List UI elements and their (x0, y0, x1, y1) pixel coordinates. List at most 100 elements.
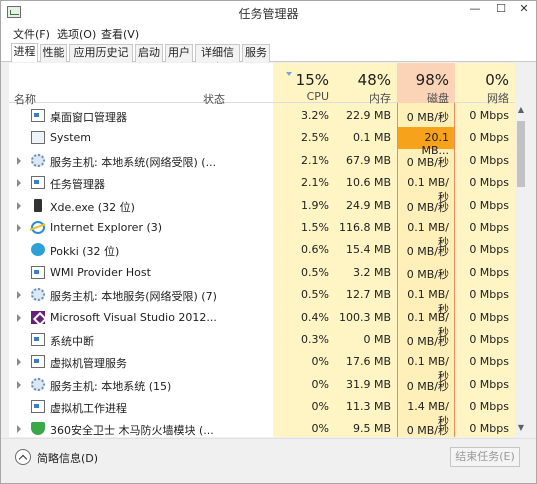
tab-bar: 进程 性能 应用历史记录 启动 用户 详细信息 服务 (1, 41, 536, 75)
process-network: 0 Mbps (469, 400, 509, 414)
menu-options[interactable]: 选项(O) (57, 26, 96, 42)
process-name: 虚拟机管理服务 (50, 357, 127, 371)
process-row[interactable]: Internet Explorer (3) 1.5% 116.8 MB 0.1 MB/… (9, 217, 515, 249)
tab-app-history[interactable]: 应用历史记录 (69, 44, 133, 75)
tab-users[interactable]: 用户 (165, 44, 193, 62)
process-name: 服务主机: 本地系统(网络受限) (... (50, 155, 217, 169)
memory-total-percent: 48% (357, 71, 391, 89)
process-name: Microsoft Visual Studio 2012... (50, 310, 217, 324)
fewer-details-link[interactable]: 简略信息(D) (37, 450, 98, 466)
process-disk: 0 MB/秒 (406, 200, 449, 214)
memory-column-label: 内存 (369, 92, 391, 105)
shield-icon (31, 422, 45, 436)
process-row[interactable]: 虚拟机工作进程 0% 11.3 MB 1.4 MB/秒 0 Mbps (9, 396, 515, 428)
process-cpu: 2.1% (301, 176, 329, 190)
column-header-cpu[interactable]: 15% CPU (273, 63, 335, 103)
vertical-scrollbar[interactable]: ▲ ▼ (515, 63, 527, 437)
expand-chevron-icon[interactable] (17, 156, 21, 165)
end-task-button[interactable]: 结束任务(E) (450, 447, 520, 467)
process-list: 桌面窗口管理器 3.2% 22.9 MB 0 MB/秒 0 Mbps System 2.5%… (9, 105, 515, 437)
minimize-button[interactable]: — (462, 1, 488, 19)
menu-view[interactable]: 查看(V) (101, 26, 139, 42)
process-network: 0 Mbps (469, 153, 509, 167)
expand-chevron-icon[interactable] (17, 201, 21, 210)
process-disk: 0 MB/秒 (406, 155, 449, 169)
process-row[interactable]: Pokki (32 位) 0.6% 15.4 MB 0 MB/秒 0 Mbps (9, 239, 515, 261)
gear-icon (31, 377, 45, 391)
process-row[interactable]: 服务主机: 本地系统 (15) 0% 31.9 MB 0 MB/秒 0 Mbps (9, 374, 515, 396)
process-name: Xde.exe (32 位) (50, 200, 135, 214)
process-row[interactable]: 服务主机: 本地服务(网络受限) (7) 0.5% 12.7 MB 0.1 MB/秒 0… (9, 284, 515, 316)
process-memory: 11.3 MB (345, 400, 391, 414)
column-header-disk[interactable]: 98% 磁盘 (397, 63, 455, 105)
process-name: 360安全卫士 木马防火墙模块 (... (50, 424, 214, 437)
process-cpu: 0.5% (301, 265, 329, 279)
process-memory: 116.8 MB (338, 220, 391, 234)
tab-services[interactable]: 服务 (242, 44, 270, 62)
tab-processes[interactable]: 进程 (11, 43, 38, 62)
process-disk: 0 MB/秒 (406, 111, 449, 124)
expand-chevron-icon[interactable] (17, 313, 21, 322)
column-header-memory[interactable]: 48% 内存 (335, 63, 397, 105)
title-bar: 任务管理器 — ☐ ✕ (1, 1, 536, 25)
gear-icon (31, 288, 45, 302)
cpu-column-label: CPU (306, 90, 329, 103)
process-disk: 0 MB/秒 (406, 379, 449, 393)
menu-file[interactable]: 文件(F) (13, 26, 50, 42)
column-header-row: 名称 状态 15% CPU 48% 内存 98% 磁盘 0% 网络 (9, 63, 515, 106)
process-cpu: 0.5% (301, 288, 329, 302)
process-name: 系统中断 (50, 334, 94, 348)
system-icon (31, 131, 45, 145)
expand-chevron-icon[interactable] (17, 291, 21, 300)
tab-performance[interactable]: 性能 (40, 44, 67, 62)
scrollbar-thumb[interactable] (517, 121, 525, 187)
process-row[interactable]: Microsoft Visual Studio 2012... 0.4% 100.3… (9, 307, 515, 339)
pokki-icon (31, 243, 45, 257)
process-name: WMI Provider Host (50, 265, 151, 279)
process-memory: 31.9 MB (345, 377, 391, 391)
expand-chevron-icon[interactable] (17, 223, 21, 232)
process-row[interactable]: Xde.exe (32 位) 1.9% 24.9 MB 0 MB/秒 0 Mbps (9, 195, 515, 217)
process-cpu: 1.9% (301, 198, 329, 212)
column-header-network[interactable]: 0% 网络 (455, 63, 515, 105)
collapse-chevron-icon[interactable] (15, 449, 31, 465)
expand-chevron-icon[interactable] (17, 425, 21, 434)
process-memory: 9.5 MB (352, 422, 391, 436)
process-row[interactable]: 桌面窗口管理器 3.2% 22.9 MB 0 MB/秒 0 Mbps (9, 105, 515, 127)
process-cpu: 0% (311, 400, 329, 414)
tab-details[interactable]: 详细信息 (195, 44, 240, 75)
process-memory: 22.9 MB (345, 109, 391, 122)
process-disk: 0 MB/秒 (406, 334, 449, 348)
scroll-up-arrow-icon[interactable]: ▲ (515, 105, 527, 119)
process-memory: 17.6 MB (345, 355, 391, 369)
process-cpu: 0.4% (301, 310, 329, 324)
process-row[interactable]: 系统中断 0.3% 0 MB 0 MB/秒 0 Mbps (9, 329, 515, 351)
process-network: 0 Mbps (469, 198, 509, 212)
process-network: 0 Mbps (469, 131, 509, 145)
process-row[interactable]: 任务管理器 2.1% 10.6 MB 0.1 MB/秒 0 Mbps (9, 172, 515, 204)
expand-chevron-icon[interactable] (17, 380, 21, 389)
window-title: 任务管理器 (238, 7, 299, 21)
process-network: 0 Mbps (469, 288, 509, 302)
process-row[interactable]: 虚拟机管理服务 0% 17.6 MB 0.1 MB/秒 0 Mbps (9, 351, 515, 383)
visual-studio-icon (31, 310, 45, 324)
scroll-down-arrow-icon[interactable]: ▼ (515, 423, 527, 437)
process-network: 0 Mbps (469, 109, 509, 122)
window-icon (31, 355, 45, 369)
phone-icon (34, 198, 42, 212)
tab-startup[interactable]: 启动 (135, 44, 163, 62)
expand-chevron-icon[interactable] (17, 358, 21, 367)
process-network: 0 Mbps (469, 422, 509, 436)
process-row[interactable]: 360安全卫士 木马防火墙模块 (... 0% 9.5 MB 0 MB/秒 0 Mbps (9, 418, 515, 437)
process-row[interactable]: WMI Provider Host 0.5% 3.2 MB 0 MB/秒 0 Mbps (9, 262, 515, 284)
expand-chevron-icon[interactable] (17, 179, 21, 188)
process-network: 0 Mbps (469, 355, 509, 369)
process-row[interactable]: 服务主机: 本地系统(网络受限) (... 2.1% 67.9 MB 0 MB/秒 0 … (9, 150, 515, 172)
process-memory: 12.7 MB (345, 288, 391, 302)
process-name: Pokki (32 位) (50, 245, 120, 259)
process-network: 0 Mbps (469, 176, 509, 190)
process-network: 0 Mbps (469, 377, 509, 391)
process-row[interactable]: System 2.5% 0.1 MB 20.1 MB... 0 Mbps (9, 127, 515, 157)
process-grid: 名称 状态 15% CPU 48% 内存 98% 磁盘 0% 网络 桌面窗口管理… (9, 63, 527, 437)
close-button[interactable]: ✕ (510, 1, 537, 19)
